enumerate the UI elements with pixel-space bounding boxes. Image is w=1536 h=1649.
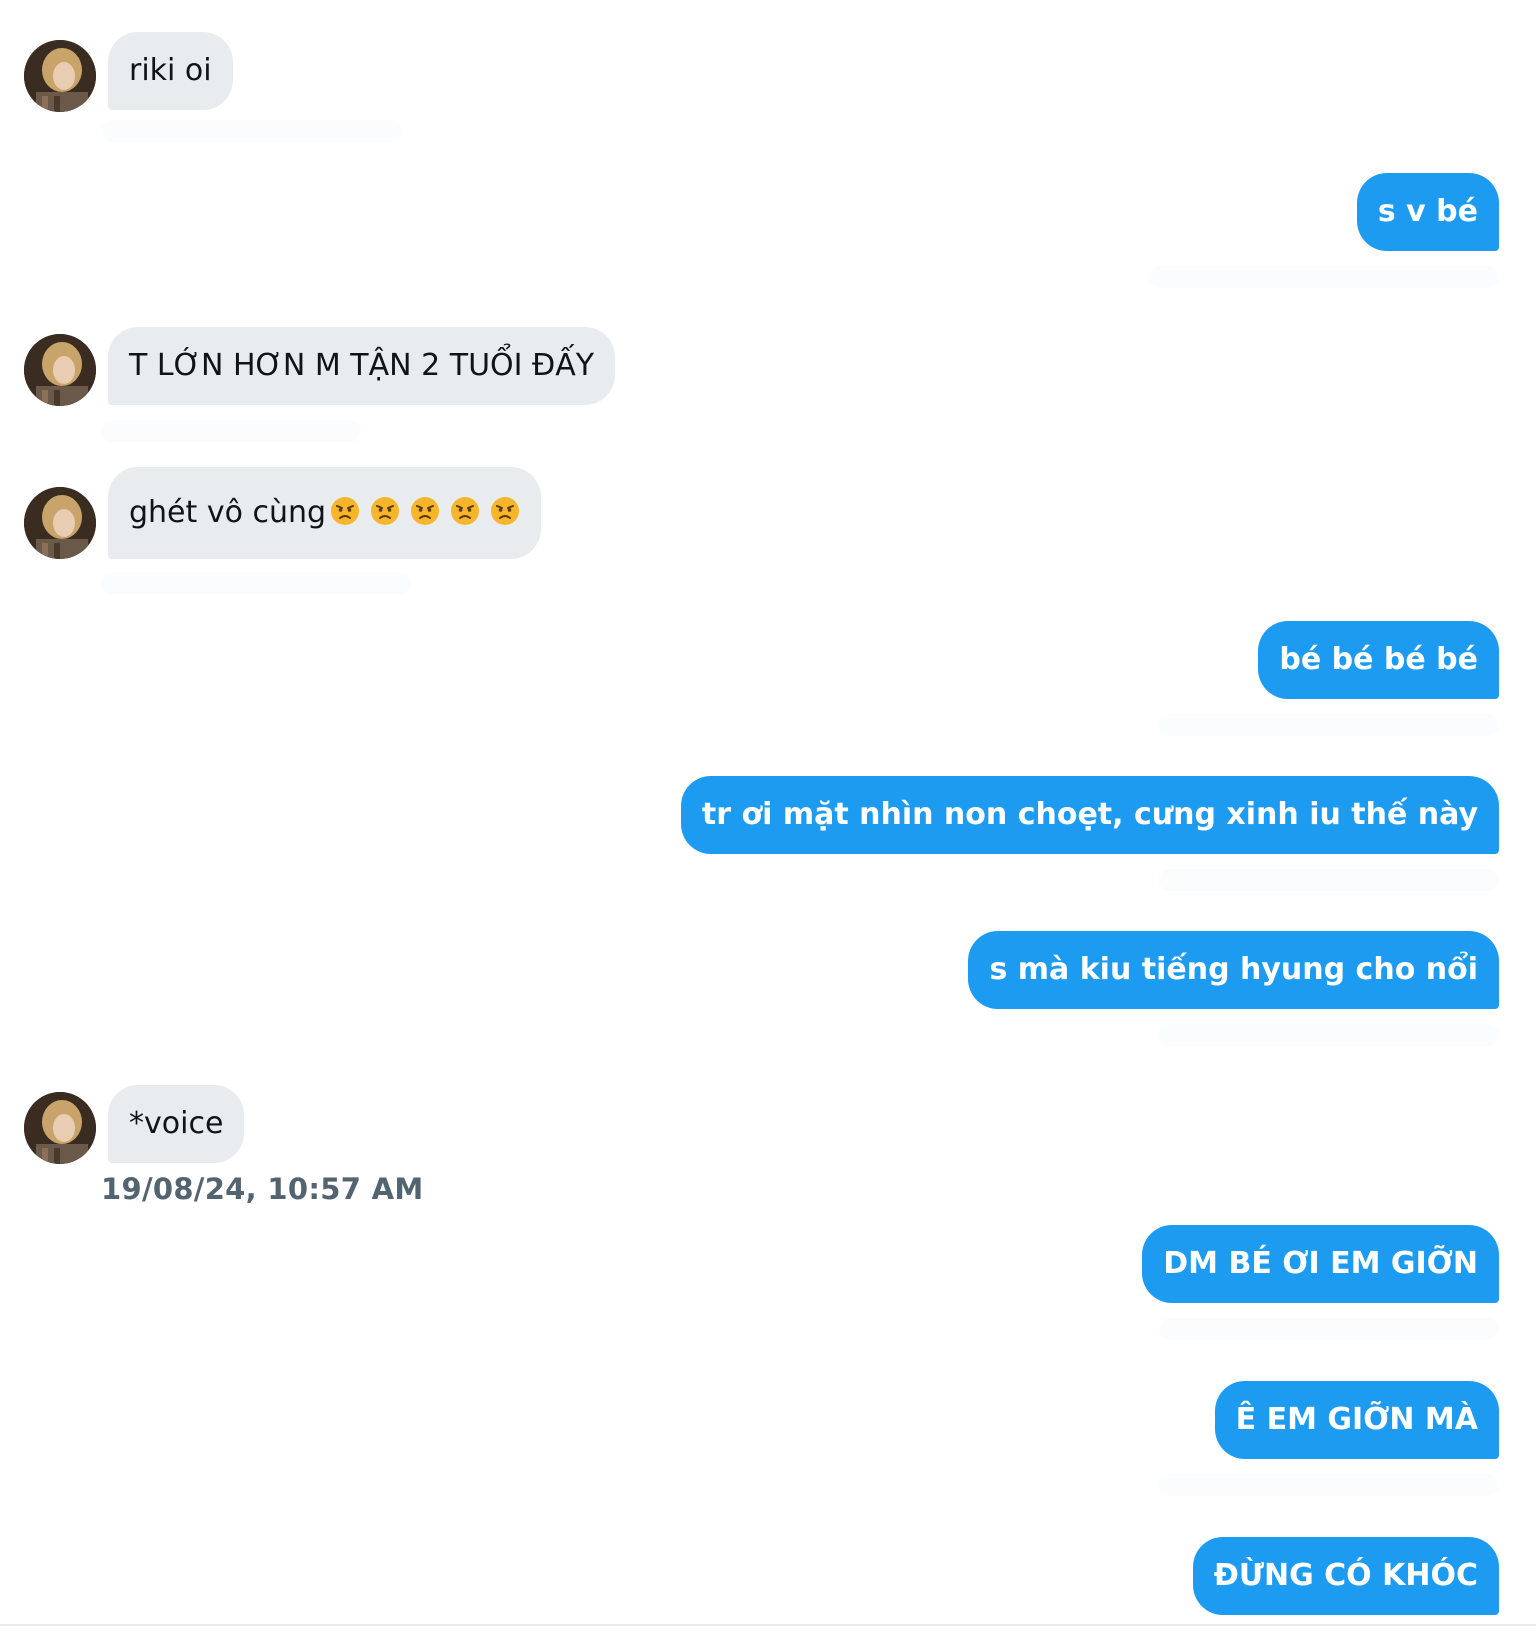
angry-face-emoji bbox=[370, 496, 400, 526]
faded-timestamp bbox=[1159, 714, 1499, 736]
message-timestamp: 19/08/24, 10:57 AM bbox=[101, 1172, 424, 1206]
message-bubble-outgoing[interactable]: s v bé bbox=[1356, 173, 1499, 251]
message-bubble-outgoing[interactable]: ĐỪNG CÓ KHÓC bbox=[1192, 1537, 1499, 1615]
message-bubble-incoming[interactable]: *voice bbox=[108, 1085, 245, 1163]
message-text: ĐỪNG CÓ KHÓC bbox=[1213, 1558, 1478, 1593]
message-bubble-outgoing[interactable]: tr ơi mặt nhìn non choẹt, cưng xinh iu t… bbox=[680, 776, 1499, 854]
message-text: Ê EM GIỠN MÀ bbox=[1235, 1402, 1478, 1437]
message-text: T LỚN HƠN M TẬN 2 TUỔI ĐẤY bbox=[129, 348, 595, 383]
faded-timestamp bbox=[1149, 266, 1499, 288]
angry-face-emoji bbox=[450, 496, 480, 526]
message-bubble-incoming[interactable]: ghét vô cùng bbox=[108, 467, 542, 560]
sender-avatar[interactable] bbox=[24, 1092, 96, 1164]
faded-timestamp bbox=[1159, 1474, 1499, 1496]
message-text: bé bé bé bé bbox=[1279, 642, 1478, 677]
message-bubble-incoming[interactable]: T LỚN HƠN M TẬN 2 TUỔI ĐẤY bbox=[108, 327, 616, 405]
faded-timestamp bbox=[1159, 869, 1499, 891]
faded-timestamp bbox=[101, 420, 361, 442]
emoji-row bbox=[328, 468, 520, 560]
angry-face-emoji bbox=[490, 496, 520, 526]
sender-avatar[interactable] bbox=[24, 334, 96, 406]
message-text: ghét vô cùng bbox=[129, 495, 327, 530]
message-text: *voice bbox=[129, 1106, 224, 1141]
message-bubble-outgoing[interactable]: s mà kiu tiếng hyung cho nổi bbox=[968, 931, 1499, 1009]
message-bubble-outgoing[interactable]: Ê EM GIỠN MÀ bbox=[1214, 1381, 1499, 1459]
angry-face-emoji bbox=[410, 496, 440, 526]
message-text: s mà kiu tiếng hyung cho nổi bbox=[989, 952, 1478, 987]
message-bubble-outgoing[interactable]: DM BÉ ƠI EM GIỠN bbox=[1142, 1225, 1499, 1303]
message-text: tr ơi mặt nhìn non choẹt, cưng xinh iu t… bbox=[701, 797, 1478, 832]
divider bbox=[0, 1624, 1536, 1626]
message-text: riki oi bbox=[129, 53, 212, 88]
message-text: DM BÉ ƠI EM GIỠN bbox=[1163, 1246, 1478, 1281]
message-bubble-incoming[interactable]: riki oi bbox=[108, 32, 233, 110]
sender-avatar[interactable] bbox=[24, 487, 96, 559]
faded-timestamp bbox=[1159, 1318, 1499, 1340]
faded-timestamp bbox=[101, 572, 411, 594]
angry-face-emoji bbox=[330, 496, 360, 526]
conversation-thread: riki oi s v bé T LỚN HƠN M TẬN 2 TUỔI ĐẤ… bbox=[0, 0, 1536, 1649]
faded-timestamp bbox=[101, 120, 401, 142]
faded-timestamp bbox=[1159, 1024, 1499, 1046]
message-bubble-outgoing[interactable]: bé bé bé bé bbox=[1258, 621, 1499, 699]
message-text: s v bé bbox=[1377, 194, 1478, 229]
sender-avatar[interactable] bbox=[24, 40, 96, 112]
